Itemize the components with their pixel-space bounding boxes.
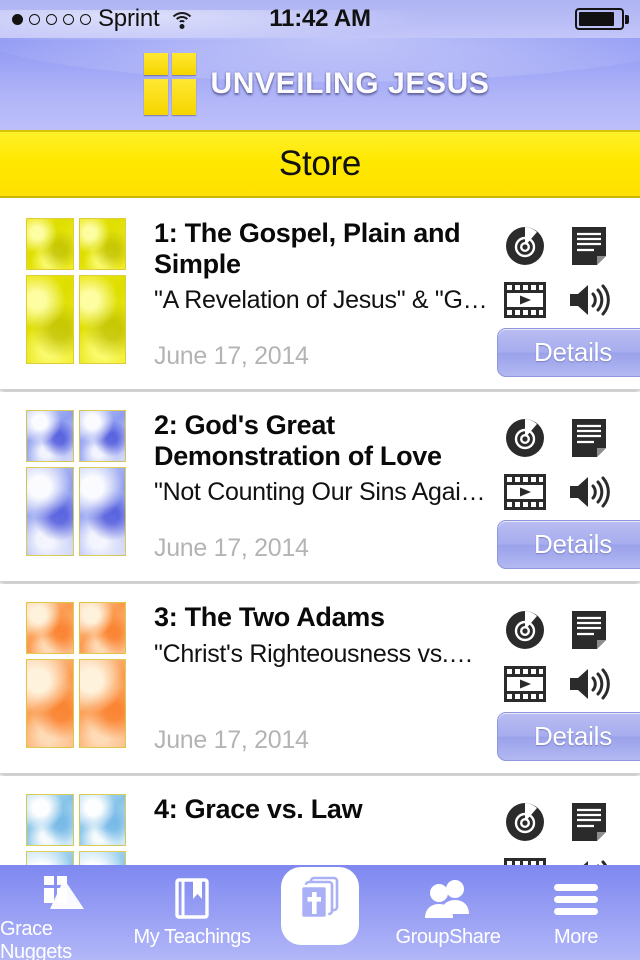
- app-screen: Sprint 11:42 AM UNVEILING JESUS Store 1:…: [0, 0, 640, 960]
- list-item[interactable]: 1: The Gospel, Plain and Simple "A Revel…: [0, 200, 640, 390]
- list-item-date: June 17, 2014: [154, 342, 309, 370]
- app-title: UNVEILING JESUS: [210, 67, 490, 100]
- book-bookmark-icon: [169, 873, 215, 925]
- details-button-label: Details: [533, 721, 613, 751]
- details-button[interactable]: Details: [497, 520, 640, 569]
- cd-disc-icon[interactable]: [494, 604, 556, 656]
- media-icon-grid: [494, 796, 640, 865]
- status-bar: Sprint 11:42 AM: [0, 0, 640, 40]
- film-strip-icon[interactable]: [494, 850, 556, 865]
- document-icon[interactable]: [558, 412, 620, 464]
- window-thumbnail-orange-icon: [26, 602, 126, 748]
- speaker-audio-icon[interactable]: [558, 850, 620, 865]
- list-item-title: 4: Grace vs. Law: [154, 794, 363, 824]
- list-item-subtitle: "Not Counting Our Sins Agai…: [154, 478, 486, 506]
- list-item-title: 1: The Gospel, Plain and Simple: [154, 218, 461, 279]
- document-icon[interactable]: [558, 220, 620, 272]
- cd-disc-icon[interactable]: [494, 796, 556, 848]
- list-item-title: 2: God's Great Demonstration of Love: [154, 410, 442, 471]
- film-strip-icon[interactable]: [494, 466, 556, 518]
- status-bar-right: [574, 8, 629, 30]
- tab-label: GroupShare: [395, 926, 501, 948]
- list-item[interactable]: 2: God's Great Demonstration of Love "No…: [0, 392, 640, 582]
- grace-nuggets-icon: [40, 873, 88, 917]
- list-item-date: June 17, 2014: [154, 726, 309, 754]
- tab-bar: Grace Nuggets My Teachings Store GroupSh…: [0, 865, 640, 960]
- film-strip-icon[interactable]: [494, 658, 556, 710]
- document-icon[interactable]: [558, 796, 620, 848]
- window-thumbnail-yellow-icon: [26, 218, 126, 364]
- list-item-actions: Details: [494, 602, 640, 773]
- list-item-subtitle: "A Revelation of Jesus" & "G…: [154, 286, 486, 314]
- tab-label: Grace Nuggets: [0, 918, 72, 960]
- list-item-text: 3: The Two Adams "Christ's Righteousness…: [126, 602, 494, 773]
- media-icon-grid: [494, 220, 640, 326]
- list-item-actions: Details: [494, 410, 640, 581]
- film-strip-icon[interactable]: [494, 274, 556, 326]
- list-item-text: 2: God's Great Demonstration of Love "No…: [126, 410, 494, 581]
- list-item-subtitle: "Christ's Righteousness vs.…: [154, 639, 474, 668]
- clock-label: 11:42 AM: [269, 5, 371, 32]
- brand: UNVEILING JESUS: [144, 53, 489, 115]
- media-icon-grid: [494, 412, 640, 518]
- battery-icon: [574, 8, 624, 30]
- tab-my-teachings[interactable]: My Teachings: [128, 865, 256, 960]
- tab-label: More: [554, 926, 598, 948]
- tab-more[interactable]: More: [512, 865, 640, 960]
- tab-label: My Teachings: [133, 926, 251, 948]
- cd-disc-icon[interactable]: [494, 220, 556, 272]
- list-item[interactable]: 3: The Two Adams "Christ's Righteousness…: [0, 584, 640, 774]
- page-title-banner: Store: [0, 130, 640, 198]
- tab-grace-nuggets[interactable]: Grace Nuggets: [0, 865, 128, 960]
- store-item-list[interactable]: 1: The Gospel, Plain and Simple "A Revel…: [0, 200, 640, 865]
- media-icon-grid: [494, 604, 640, 710]
- unveiling-jesus-window-logo-icon: [144, 53, 197, 115]
- cd-disc-icon[interactable]: [494, 412, 556, 464]
- details-button[interactable]: Details: [497, 328, 640, 377]
- hamburger-more-icon: [551, 873, 601, 925]
- list-item-actions: Details: [494, 218, 640, 389]
- window-thumbnail-sky-icon: [26, 794, 126, 865]
- details-button-label: Details: [533, 337, 613, 367]
- speaker-audio-icon[interactable]: [558, 274, 620, 326]
- list-item-text: 1: The Gospel, Plain and Simple "A Revel…: [126, 218, 494, 389]
- list-item[interactable]: 4: Grace vs. Law: [0, 776, 640, 865]
- page-title: Store: [278, 144, 362, 183]
- window-thumbnail-blue-icon: [26, 410, 126, 556]
- tab-groupshare[interactable]: GroupShare: [384, 865, 512, 960]
- battery-cap-icon: [625, 14, 629, 24]
- two-people-icon: [422, 873, 474, 925]
- list-item-date: June 17, 2014: [154, 534, 309, 562]
- store-books-cross-icon: [297, 873, 343, 925]
- list-item-title: 3: The Two Adams: [154, 602, 385, 632]
- app-header: UNVEILING JESUS: [0, 38, 640, 130]
- speaker-audio-icon[interactable]: [558, 658, 620, 710]
- tab-label: Store: [297, 926, 343, 948]
- tab-store[interactable]: Store: [256, 865, 384, 960]
- list-item-actions: Details: [494, 794, 640, 865]
- document-icon[interactable]: [558, 604, 620, 656]
- details-button-label: Details: [533, 529, 613, 559]
- list-item-text: 4: Grace vs. Law: [126, 794, 494, 865]
- details-button[interactable]: Details: [497, 712, 640, 761]
- speaker-audio-icon[interactable]: [558, 466, 620, 518]
